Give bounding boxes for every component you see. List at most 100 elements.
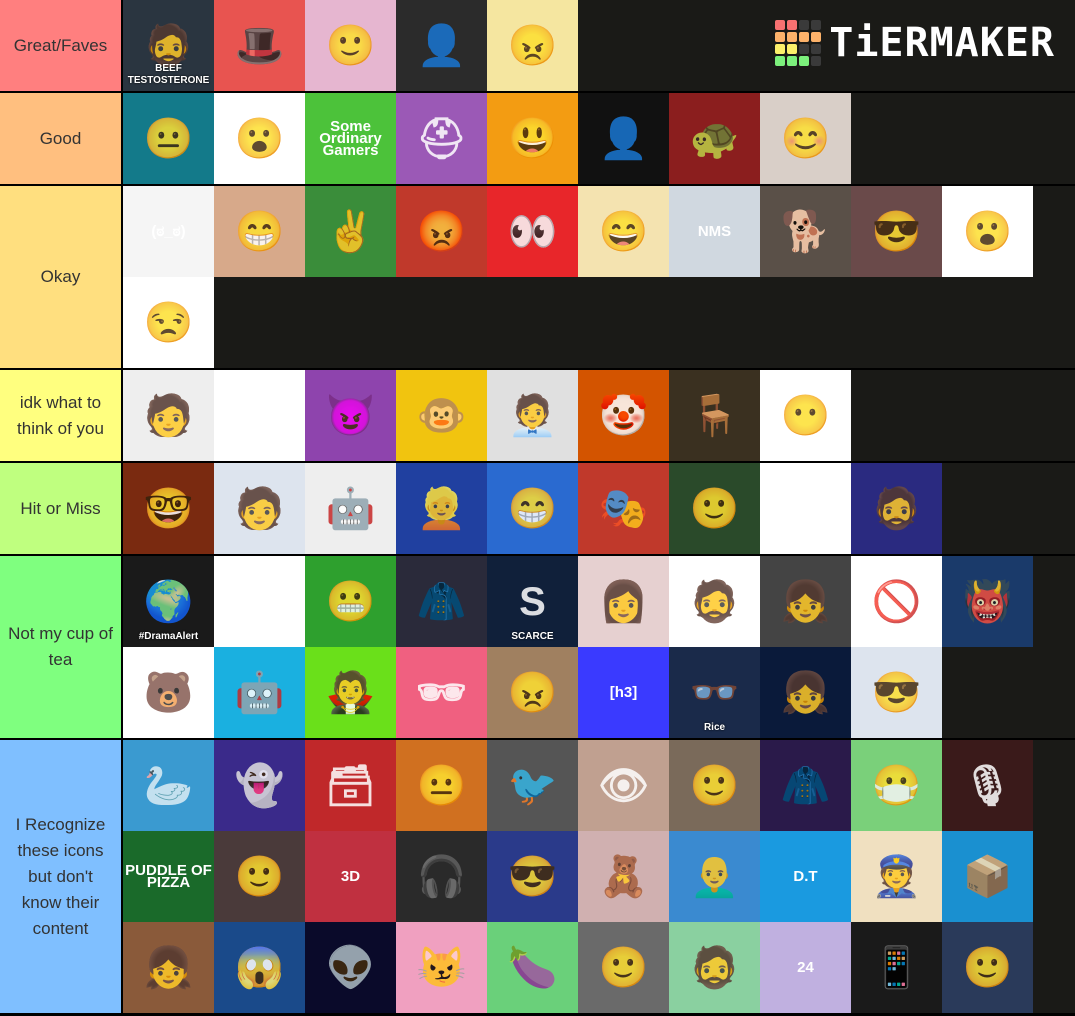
tier-item-red-hair-woman[interactable]: 👩: [578, 556, 669, 647]
tier-item-red-hair-glasses[interactable]: 🤓: [123, 463, 214, 554]
tier-item-blue-hair-anime[interactable]: 🧑: [214, 463, 305, 554]
tier-item-smiling-teen[interactable]: 🙂: [942, 922, 1033, 1013]
tier-label[interactable]: idk what to think of you: [0, 370, 123, 461]
tier-item-box-head-man[interactable]: 📦: [942, 831, 1033, 922]
tier-item-curly-hair-girl[interactable]: 👧: [123, 922, 214, 1013]
tier-item-microphone[interactable]: 🎙: [942, 740, 1033, 831]
tier-item-number-24[interactable]: 24: [760, 922, 851, 1013]
tier-item-sunglasses-shout[interactable]: 😱: [214, 922, 305, 1013]
tiermaker-logo[interactable]: TiERMAKER: [775, 20, 1055, 66]
tier-label[interactable]: Great/Faves: [0, 0, 123, 91]
tier-label[interactable]: Good: [0, 93, 123, 184]
tier-item-young-man-city[interactable]: 🙂: [578, 922, 669, 1013]
tier-item-yellow-creature[interactable]: 😼: [396, 922, 487, 1013]
tier-item-police-hat-man[interactable]: 👮: [851, 831, 942, 922]
tier-item-scarce[interactable]: S SCARCE: [487, 556, 578, 647]
tier-label[interactable]: I Recognize these icons but don't know t…: [0, 740, 123, 1013]
avatar-icon: 🧑: [143, 393, 194, 438]
tier-item-green-alien[interactable]: 👽: [305, 922, 396, 1013]
tier-item-bearded-man-neon[interactable]: 🧔: [851, 463, 942, 554]
tier-item-anime-girl-dark[interactable]: 👧: [760, 647, 851, 738]
tier-item-laughing-bear[interactable]: 🐻: [123, 647, 214, 738]
tier-item-h3[interactable]: [h3]: [578, 647, 669, 738]
tier-item-young-man[interactable]: 🙂: [214, 831, 305, 922]
tier-item-rice[interactable]: 👓 Rice: [669, 647, 760, 738]
tier-item-stick-face[interactable]: 😐: [123, 93, 214, 184]
tier-item-grade-a-under-a[interactable]: GradeA UnderA: [214, 556, 305, 647]
tier-item-swan[interactable]: 🦢: [123, 740, 214, 831]
tier-item-top-hat-character[interactable]: 🎩: [214, 0, 305, 91]
tier-item-monkey-face[interactable]: 🐵: [396, 370, 487, 461]
tier-item-dark-hair-girl[interactable]: 😒: [123, 277, 214, 368]
tier-item-sunglasses-man[interactable]: 😎: [851, 186, 942, 277]
tier-item-drama-alert[interactable]: 🌍 #DramaAlert: [123, 556, 214, 647]
tier-item-purple-ghost[interactable]: 👻: [214, 740, 305, 831]
tier-item-bender-nibbler[interactable]: 🤖: [214, 647, 305, 738]
tier-item-hooded-man[interactable]: 🧥: [396, 556, 487, 647]
tier-item-sunglasses-anime[interactable]: 😎: [851, 647, 942, 738]
tier-item-beef-testosterone[interactable]: 🧔 BEEF TESTOSTERONE: [123, 0, 214, 91]
tier-item-white-blob[interactable]: 😶: [760, 370, 851, 461]
tier-item-brown-hair-girl[interactable]: 👧: [760, 556, 851, 647]
tier-item-dark-figure[interactable]: 🧛: [305, 647, 396, 738]
tier-label[interactable]: Not my cup of tea: [0, 556, 123, 738]
tier-item-munchlax[interactable]: 😁: [487, 463, 578, 554]
tier-item-man-in-chair[interactable]: 🪑: [669, 370, 760, 461]
tier-item-suit-character[interactable]: 🧑‍💼: [487, 370, 578, 461]
tier-item-dark-sketch[interactable]: 👤: [578, 93, 669, 184]
tier-item-masked-hoodie[interactable]: 😷: [851, 740, 942, 831]
tier-item-angry-red-face[interactable]: 😡: [396, 186, 487, 277]
tier-item-bald-cartoon[interactable]: 😠: [487, 0, 578, 91]
tier-item-glasses-kid[interactable]: 🙂: [305, 0, 396, 91]
tier-item-dt-logo[interactable]: D.T: [760, 831, 851, 922]
tier-item-white-hoodie-neon[interactable]: 🧥: [760, 740, 851, 831]
tier-item-dreadlocks-guy[interactable]: 👤: [396, 0, 487, 91]
tier-item-beard-logo[interactable]: 🧔: [669, 556, 760, 647]
tier-item-3d-glasses[interactable]: 3D: [305, 831, 396, 922]
tier-item-smiling-man[interactable]: 😊: [760, 93, 851, 184]
tier-item-purple-figure[interactable]: 🍆: [487, 922, 578, 1013]
tier-item-green-creature[interactable]: 🐢: [669, 93, 760, 184]
tier-item-jail-cartoon[interactable]: 😠: [487, 647, 578, 738]
tier-item-bearded-man-cartoon[interactable]: 😁: [214, 186, 305, 277]
tier-item-man-with-dog[interactable]: 🐕: [760, 186, 851, 277]
tier-item-surprised-cartoon[interactable]: 😮: [942, 186, 1033, 277]
tier-item-shutter-shades[interactable]: 🕶: [396, 647, 487, 738]
tier-item-nms-guy[interactable]: NMS: [669, 186, 760, 277]
tier-item-archive-box[interactable]: 🗃: [305, 740, 396, 831]
tier-item-red-monster[interactable]: 👹: [942, 556, 1033, 647]
tier-item-man-outdoors[interactable]: 🙂: [669, 463, 760, 554]
tier-item-man-by-tree[interactable]: 🙂: [669, 740, 760, 831]
tier-item-grinning-man[interactable]: 😬: [305, 556, 396, 647]
tier-item-d-logo[interactable]: D: [214, 370, 305, 461]
tier-label[interactable]: Okay: [0, 186, 123, 368]
tier-item-blue-eyed-man[interactable]: 👁: [578, 740, 669, 831]
tier-item-white-bird-logo[interactable]: 🐦: [487, 740, 578, 831]
tier-item-bald-cartoon-man[interactable]: 👨‍🦲: [669, 831, 760, 922]
tier-item-blonde-anime[interactable]: 😮: [214, 93, 305, 184]
tier-item-headphones-man[interactable]: 🎧: [396, 831, 487, 922]
tier-item-puddle-of-pizza[interactable]: PUDDLE OF PIZZA: [123, 831, 214, 922]
tier-item-red-eyes-logo[interactable]: 👀: [487, 186, 578, 277]
tier-item-knight-helmet[interactable]: ⛑: [396, 93, 487, 184]
tier-item-persona-character[interactable]: 🎭: [578, 463, 669, 554]
tier-item-no-bull-sign[interactable]: 🚫: [851, 556, 942, 647]
tier-item-round-face[interactable]: 😐: [396, 740, 487, 831]
tier-item-peace-sign-guy[interactable]: ✌: [305, 186, 396, 277]
tier-item-evil-teddy[interactable]: 🧸: [578, 831, 669, 922]
tier-item-phone-girl[interactable]: 📱: [851, 922, 942, 1013]
tier-label[interactable]: Hit or Miss: [0, 463, 123, 554]
tier-item-lenny-face[interactable]: (ಠ_ಠ): [123, 186, 214, 277]
tier-item-blonde-girl[interactable]: 👱: [396, 463, 487, 554]
tier-item-green-hoodie-guy[interactable]: 🧑: [123, 370, 214, 461]
tier-item-bearded-glasses[interactable]: 🧔: [669, 922, 760, 1013]
tier-item-purple-box-face[interactable]: 😈: [305, 370, 396, 461]
tier-item-cap-sunglasses[interactable]: 😎: [487, 831, 578, 922]
tier-item-orange-hair-cartoon[interactable]: 😃: [487, 93, 578, 184]
avatar-icon: 😡: [416, 209, 467, 254]
tier-item-robot-face[interactable]: 🤖: [305, 463, 396, 554]
tier-item-blonde-anime-girl[interactable]: 😄: [578, 186, 669, 277]
tier-item-clown-face[interactable]: 🤡: [578, 370, 669, 461]
tier-item-gamer-from-mars[interactable]: The Gamer from Mars: [760, 463, 851, 554]
tier-item-some-ordinary-gamers[interactable]: Some Ordinary Gamers: [305, 93, 396, 184]
